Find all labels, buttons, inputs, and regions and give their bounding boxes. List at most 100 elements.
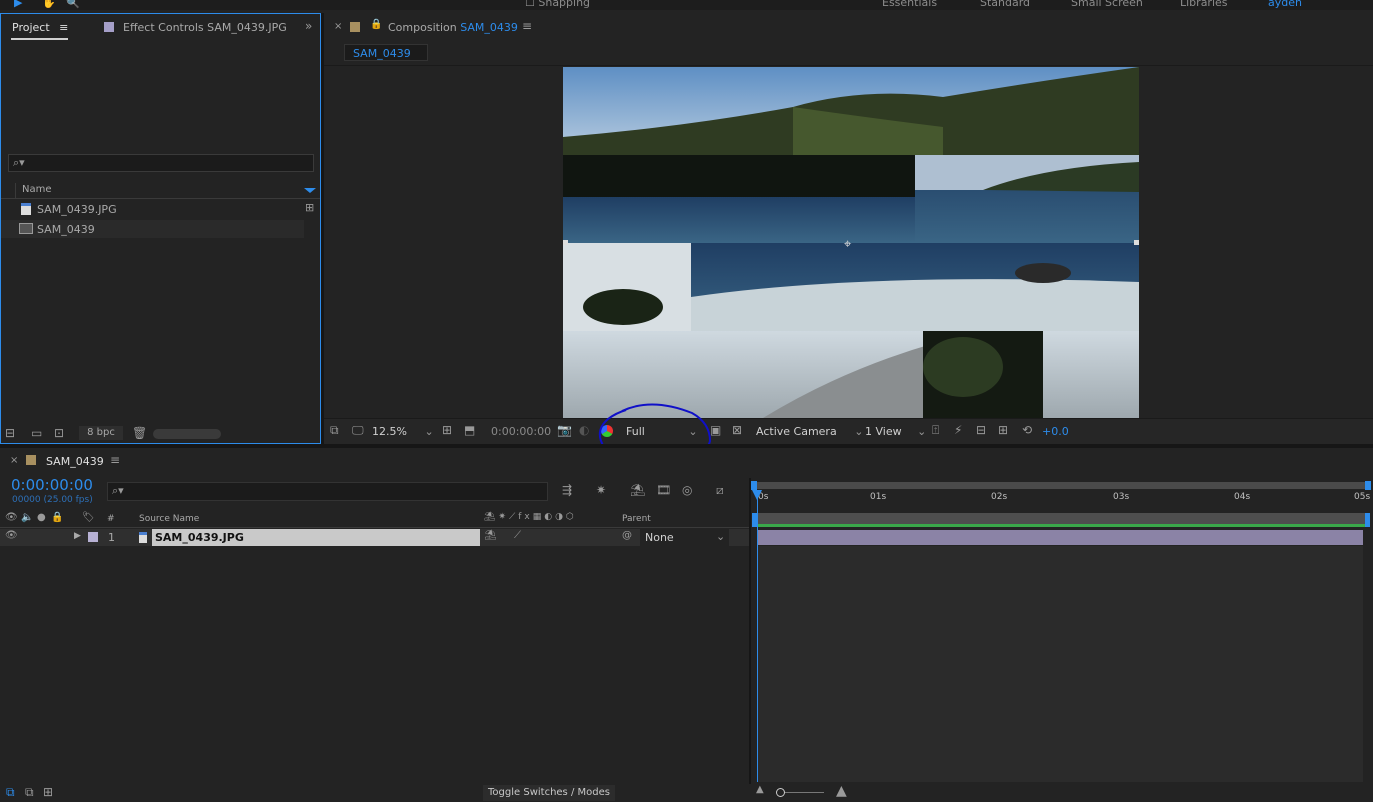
- label-icon[interactable]: 🏷: [82, 512, 95, 523]
- toggle-pixel-aspect-icon[interactable]: ⍐: [932, 423, 939, 438]
- panel-overflow-icon[interactable]: »: [305, 19, 312, 33]
- interpret-footage-icon[interactable]: ⊟: [5, 426, 15, 440]
- motion-blur-icon[interactable]: ◎: [682, 483, 692, 497]
- column-name-label[interactable]: Name: [22, 184, 52, 195]
- draft-3d-icon[interactable]: ✷: [596, 483, 606, 497]
- project-panel: Project ≡ Effect Controls SAM_0439.JPG »…: [0, 13, 321, 444]
- snapping-checkbox[interactable]: ☐ Snapping: [525, 0, 590, 9]
- comp-subtab[interactable]: SAM_0439: [344, 44, 428, 61]
- close-icon[interactable]: ×: [334, 21, 342, 32]
- reset-exposure-icon[interactable]: ⟲: [1022, 423, 1032, 437]
- in-out-icon[interactable]: ⊞: [43, 785, 53, 799]
- zoom-slider[interactable]: [776, 788, 824, 797]
- zoom-in-icon[interactable]: ▲: [836, 783, 847, 799]
- time-ruler[interactable]: 0s 01s 02s 03s 04s 05s: [754, 490, 1370, 510]
- eye-icon[interactable]: 👁: [5, 512, 18, 523]
- layer-row[interactable]: 👁 ▶ 1 SAM_0439.JPG ⛱ ⟋ @ None ⌄: [0, 529, 750, 546]
- snapshot-icon[interactable]: 📷: [557, 423, 572, 437]
- bpc-button[interactable]: 8 bpc: [79, 426, 123, 440]
- trash-icon[interactable]: 🗑: [132, 426, 147, 440]
- layer-duration-bar[interactable]: [757, 530, 1363, 545]
- ruler-label: 01s: [870, 492, 887, 502]
- timeline-track-area: [757, 546, 1363, 782]
- viewer-controls-bar: ⧉ 🖵 12.5% ⌄ ⊞ ⬒ 0:00:00:00 📷 ◐ Full ⌄ ▣ …: [324, 418, 1373, 444]
- workspace-standard[interactable]: Standard: [980, 0, 1030, 9]
- tab-effect-controls[interactable]: Effect Controls SAM_0439.JPG: [123, 21, 287, 34]
- timeline-icon[interactable]: ⊟: [976, 423, 986, 437]
- layer-handle-right[interactable]: [1134, 240, 1139, 245]
- flowchart-icon[interactable]: ⊞: [305, 201, 314, 214]
- project-item[interactable]: SAM_0439.JPG ⊞: [1, 200, 320, 218]
- layer-switches-icon[interactable]: ⧉: [6, 785, 15, 800]
- work-area-bar[interactable]: [752, 513, 1370, 527]
- layer-name-field[interactable]: SAM_0439.JPG: [152, 529, 480, 546]
- timecode-display[interactable]: 0:00:00:00: [491, 425, 551, 438]
- image-file-icon: [21, 203, 31, 215]
- timeline-timecode[interactable]: 0:00:00:00: [11, 476, 93, 494]
- tab-project[interactable]: Project ≡: [12, 21, 68, 34]
- timeline-tab[interactable]: SAM_0439: [46, 455, 104, 468]
- project-column-header: Name: [1, 183, 320, 199]
- zoom-dropdown[interactable]: 12.5% ⌄: [372, 425, 434, 438]
- image-file-icon: [139, 532, 147, 543]
- hand-tool-icon[interactable]: ✋: [42, 0, 56, 9]
- new-folder-icon[interactable]: ▭: [31, 426, 42, 440]
- exposure-value[interactable]: +0.0: [1042, 425, 1069, 438]
- sort-arrow-icon[interactable]: [304, 188, 316, 193]
- workspace-libraries[interactable]: Libraries: [1180, 0, 1228, 9]
- zoom-out-icon[interactable]: ▲: [756, 784, 764, 795]
- camera-dropdown[interactable]: Active Camera ⌄: [756, 425, 863, 438]
- expand-arrow-icon[interactable]: ▶: [74, 531, 81, 541]
- timeline-search-input[interactable]: ⌕▾: [107, 482, 548, 501]
- always-preview-icon[interactable]: ⧉: [330, 423, 339, 438]
- graph-editor-icon[interactable]: ⧄: [716, 483, 724, 498]
- toggle-switches-modes-button[interactable]: Toggle Switches / Modes: [483, 785, 615, 801]
- shy-switch-icon[interactable]: ⛱: [484, 530, 497, 541]
- project-scrollbar[interactable]: [153, 429, 221, 439]
- label-color-swatch[interactable]: [88, 532, 98, 542]
- anchor-point-icon[interactable]: ⌖: [844, 237, 851, 252]
- lock-icon[interactable]: 🔒: [51, 512, 63, 523]
- workspace-essentials[interactable]: Essentials: [882, 0, 937, 9]
- monitor-icon[interactable]: 🖵: [352, 423, 364, 438]
- audio-icon[interactable]: 🔈: [21, 512, 33, 523]
- layer-handle-left[interactable]: [563, 240, 568, 245]
- transfer-controls-icon[interactable]: ⧉: [25, 785, 34, 800]
- mask-path-icon[interactable]: ⬒: [464, 423, 475, 437]
- frame-blending-icon[interactable]: 🎞: [656, 483, 671, 497]
- lock-icon[interactable]: 🔒: [370, 19, 382, 30]
- new-composition-icon[interactable]: ⊡: [54, 426, 64, 440]
- project-item[interactable]: SAM_0439: [1, 220, 304, 238]
- panel-menu-icon[interactable]: ≡: [110, 453, 120, 467]
- zoom-tool-icon[interactable]: 🔍: [66, 0, 80, 9]
- selection-tool-icon[interactable]: ▶: [14, 0, 22, 9]
- grid-guides-icon[interactable]: ⊞: [442, 423, 452, 437]
- column-source-name[interactable]: Source Name: [139, 514, 199, 524]
- close-icon[interactable]: ×: [10, 455, 18, 466]
- parent-dropdown[interactable]: None ⌄: [640, 529, 729, 546]
- comp-tab[interactable]: Composition SAM_0439: [388, 21, 518, 34]
- workspace-small-screen[interactable]: Small Screen: [1071, 0, 1143, 9]
- solo-icon[interactable]: ●: [37, 512, 46, 523]
- composition-viewer[interactable]: ⌖: [563, 67, 1139, 418]
- quality-switch-icon[interactable]: ⟋: [514, 530, 521, 541]
- composition-panel: × 🔒 Composition SAM_0439 ≡ SAM_0439 ⌖ ⧉ …: [324, 13, 1373, 463]
- show-snapshot-icon[interactable]: ◐: [579, 423, 589, 437]
- transparency-grid-icon[interactable]: ⊠: [732, 423, 742, 437]
- workspace-active[interactable]: ayden: [1268, 0, 1302, 9]
- flowchart-icon[interactable]: ⊞: [998, 423, 1008, 437]
- panel-menu-icon[interactable]: ≡: [522, 19, 532, 33]
- view-layout-dropdown[interactable]: 1 View ⌄: [865, 425, 926, 438]
- ruler-label: 04s: [1234, 492, 1251, 502]
- comp-mini-flowchart-icon[interactable]: ⇶: [562, 483, 572, 497]
- hide-shy-layers-icon[interactable]: ⛱: [630, 483, 645, 497]
- visibility-eye-icon[interactable]: 👁: [5, 530, 18, 541]
- pickwhip-icon[interactable]: @: [622, 530, 632, 541]
- column-parent[interactable]: Parent: [622, 514, 651, 524]
- composition-icon: [19, 223, 33, 234]
- fast-previews-icon[interactable]: ⚡: [954, 423, 962, 437]
- project-search-input[interactable]: ⌕▾: [8, 154, 314, 172]
- timeline-footer: ⧉ ⧉ ⊞ Toggle Switches / Modes ▲ ▲: [0, 783, 1373, 802]
- time-navigator[interactable]: [751, 481, 1371, 490]
- playhead[interactable]: [752, 490, 762, 782]
